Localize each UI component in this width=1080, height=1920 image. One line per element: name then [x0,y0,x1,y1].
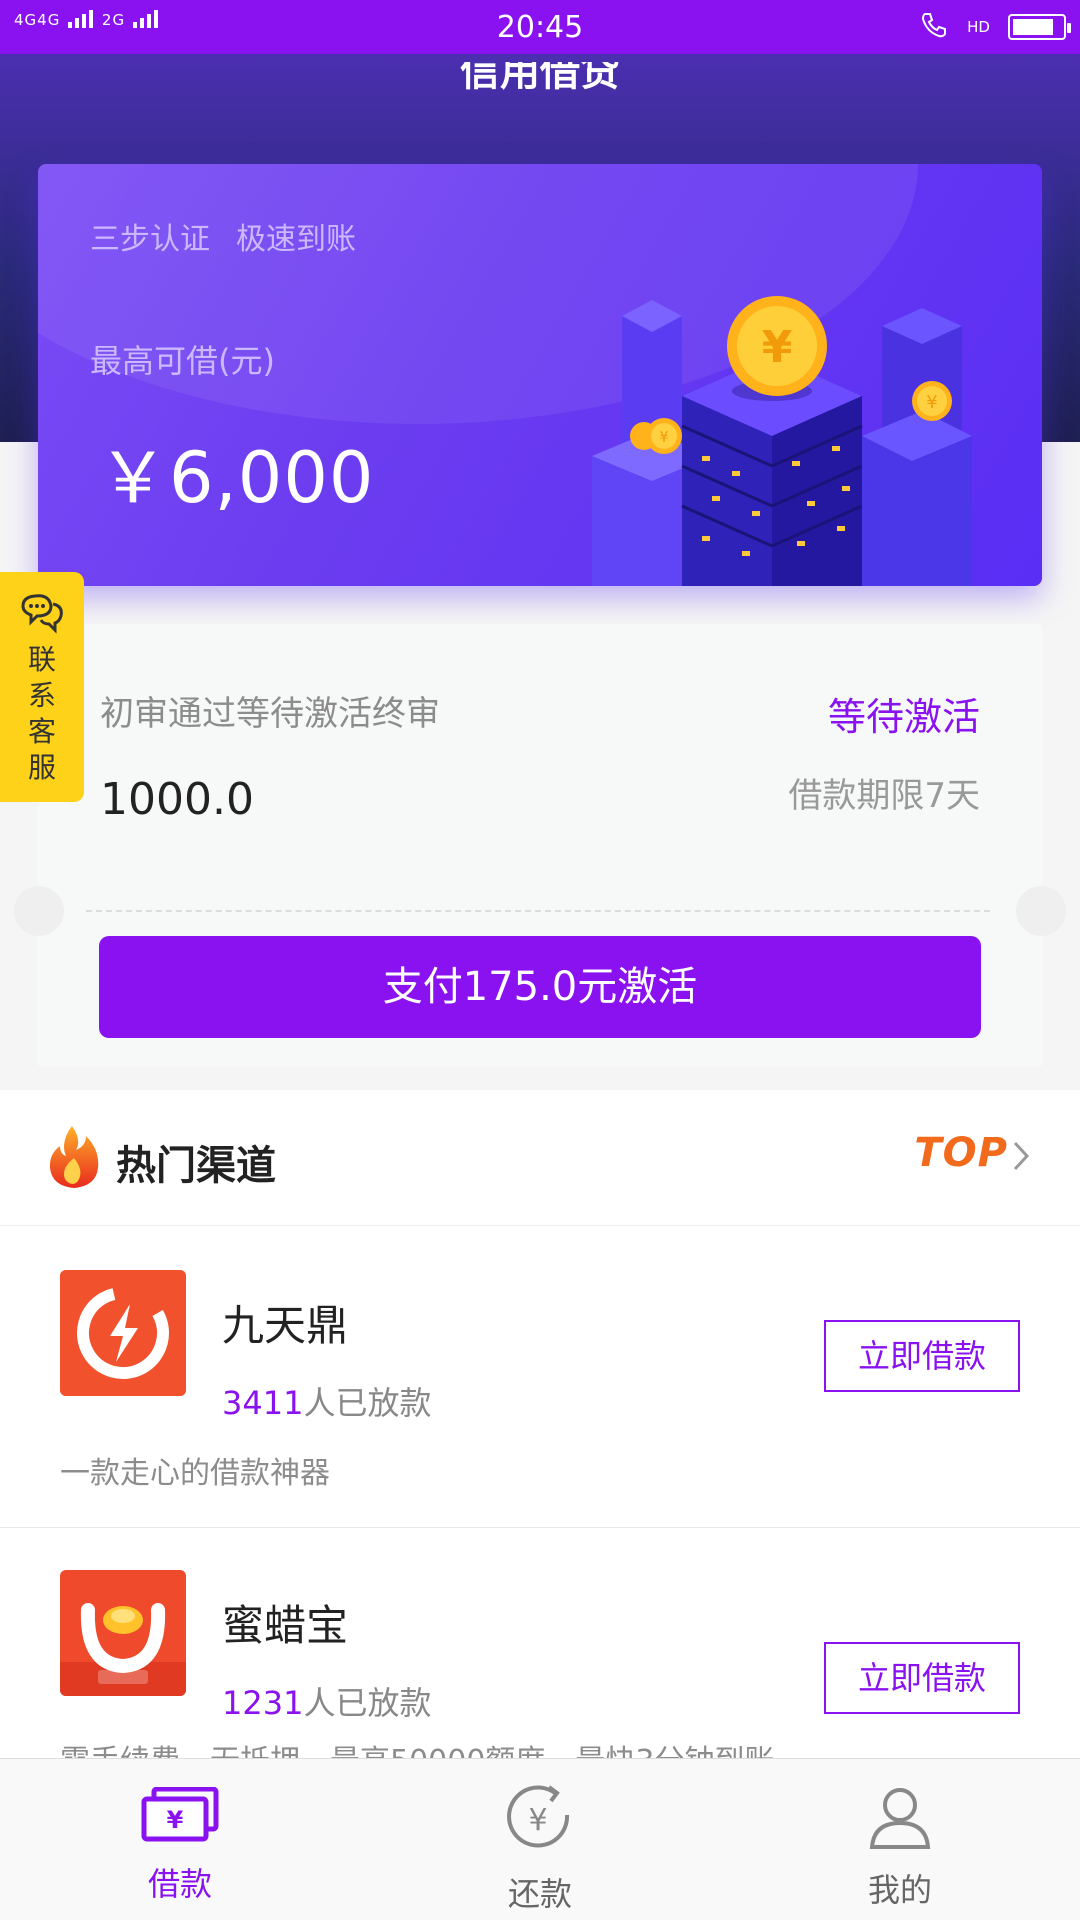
svg-text:¥: ¥ [926,392,937,413]
loan-amount: 1000.0 [100,774,254,825]
svg-text:¥: ¥ [167,1806,184,1834]
loan-status-state: 等待激活 [827,695,980,739]
loan-term: 借款期限7天 [788,776,980,816]
contact-char: 客 [27,715,56,748]
contact-char: 服 [27,751,56,784]
borrow-now-button[interactable]: 立即借款 [824,1642,1020,1714]
limit-label: 最高可借(元) [90,342,275,380]
city-coin-illustration: ¥ ¥ ¥ [592,296,972,586]
top-ranking-link[interactable]: TOP [914,1130,1008,1176]
channel-name: 九天鼎 [222,1301,349,1350]
clock: 20:45 [496,10,584,45]
svg-text:¥: ¥ [528,1803,547,1838]
chat-bubble-icon [21,594,63,634]
svg-text:¥: ¥ [659,428,669,446]
channel-description: 一款走心的借款神器 [60,1456,330,1491]
user-profile-icon [869,1788,931,1849]
contact-char: 联 [27,643,56,676]
contact-service-tab[interactable]: 联 系 客 服 [0,572,84,802]
battery-icon [1008,14,1071,40]
hd-label: HD [967,18,990,36]
hero-tagline: 三步认证 极速到账 [90,214,356,258]
status-right: HD [919,10,1071,44]
nav-label: 还款 [507,1875,572,1913]
repay-icon: ¥ [507,1785,570,1848]
channel-list-item[interactable]: 蜜蜡宝 1231人已放款 零手续费，无抵押，最高50000额度，最快3分钟到账 … [0,1528,1080,1760]
bottom-navigation: ¥ 借款 ¥ 还款 我的 [0,1758,1080,1920]
channel-loan-count: 1231人已放款 [222,1678,431,1724]
credit-limit-card: 三步认证 极速到账 最高可借(元) ￥6,000 ¥ ¥ ¥ [38,164,1042,586]
count-suffix: 人已放款 [303,1384,432,1422]
channel-loan-count: 3411人已放款 [222,1378,431,1424]
nav-tab-repay[interactable]: ¥ 还款 [360,1759,720,1920]
fire-icon [49,1126,99,1188]
card-notch-left [14,886,64,936]
milabao-app-icon [60,1570,186,1696]
channel-name: 蜜蜡宝 [222,1601,349,1650]
count-number: 1231 [222,1684,304,1722]
borrow-money-icon: ¥ [141,1787,219,1842]
nav-tab-mine[interactable]: 我的 [720,1759,1080,1920]
loan-status-description: 初审通过等待激活终审 [100,694,440,734]
contact-label: 联 系 客 服 [0,642,84,786]
channel-list-item[interactable]: 九天鼎 3411人已放款 一款走心的借款神器 立即借款 [0,1226,1080,1528]
contact-char: 系 [27,679,56,712]
limit-amount: ￥6,000 [98,437,375,519]
page-title: 信用借贷 [460,62,620,92]
hot-channels-title: 热门渠道 [116,1143,276,1189]
chevron-right-icon[interactable] [1012,1140,1030,1172]
dashed-divider [86,910,990,912]
jiutianding-app-icon [60,1270,186,1396]
borrow-now-button[interactable]: 立即借款 [824,1320,1020,1392]
count-number: 3411 [222,1384,304,1422]
nav-label: 我的 [867,1871,932,1909]
nav-tab-borrow[interactable]: ¥ 借款 [0,1759,360,1920]
nav-label: 借款 [147,1865,212,1903]
tagline-2: 极速到账 [236,222,356,257]
pay-activate-button[interactable]: 支付175.0元激活 [99,936,981,1038]
phone-icon [919,10,949,44]
svg-text:¥: ¥ [762,322,793,373]
card-notch-right [1016,886,1066,936]
status-bar: 4G4G 2G 20:45 HD [0,0,1080,54]
count-suffix: 人已放款 [303,1684,432,1722]
tagline-1: 三步认证 [90,222,210,257]
